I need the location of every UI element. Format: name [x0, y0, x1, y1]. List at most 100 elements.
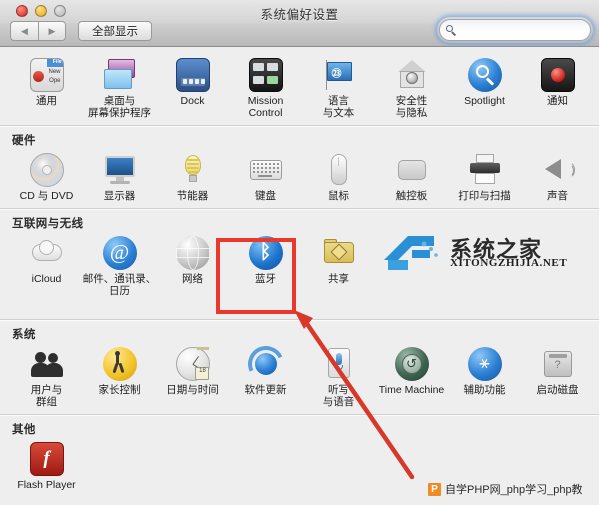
pref-item-label: 打印与扫描 — [458, 190, 511, 202]
chevron-left-icon: ◀ — [21, 25, 28, 36]
pref-item-label: 显示器 — [103, 190, 136, 202]
pref-item-label: 节能器 — [176, 190, 209, 202]
pref-item-cd-dvd[interactable]: CD 与 DVD — [10, 150, 83, 202]
dictation-speech-icon — [322, 347, 356, 381]
pref-item-keyboard[interactable]: 键盘 — [229, 150, 302, 202]
pref-item-label: 家长控制 — [98, 384, 141, 396]
watermark-badge-icon: P — [428, 482, 441, 496]
pref-item-language[interactable]: ㉓ 语言 与文本 — [302, 55, 375, 119]
pref-item-network[interactable]: 网络 — [156, 233, 229, 297]
security-privacy-icon — [395, 58, 429, 92]
pref-item-startup-disk[interactable]: ? 启动磁盘 — [521, 344, 594, 408]
print-scan-icon — [468, 153, 502, 187]
desktop-screensaver-icon — [103, 58, 137, 92]
back-button[interactable]: ◀ — [10, 21, 38, 41]
pref-item-bluetooth[interactable]: ᛒ 蓝牙 — [229, 233, 302, 297]
pref-item-mission-control[interactable]: Mission Control — [229, 55, 302, 119]
pref-item-label: 安全性 与隐私 — [395, 95, 428, 119]
pref-item-dock[interactable]: Dock — [156, 55, 229, 119]
pref-item-print-scan[interactable]: 打印与扫描 — [448, 150, 521, 202]
accessibility-icon: ⚹ — [467, 347, 502, 381]
section-hardware: 硬件 CD 与 DVD 显示器 节能器 键盘 鼠标 触控板 打印与扫描 声音 — [0, 127, 599, 210]
general-icon: File New Ope — [29, 58, 64, 92]
pref-item-label: 软件更新 — [244, 384, 287, 396]
row-internet: iCloud @ 邮件、通讯录、 日历 网络 ᛒ 蓝牙 共享 — [0, 233, 599, 301]
navigation-buttons: ◀ ▶ — [10, 21, 66, 41]
pref-item-label: 语言 与文本 — [322, 95, 355, 119]
language-text-icon: ㉓ — [322, 58, 356, 92]
sharing-icon — [322, 236, 356, 270]
cd-dvd-icon — [29, 153, 64, 187]
mission-control-icon — [248, 58, 283, 92]
pref-item-label: iCloud — [31, 273, 62, 285]
pref-item-label: 启动磁盘 — [536, 384, 579, 396]
pref-item-software-update[interactable]: 软件更新 — [229, 340, 302, 408]
pref-item-sharing[interactable]: 共享 — [302, 233, 375, 297]
displays-icon — [103, 153, 137, 187]
pref-item-general[interactable]: File New Ope 通用 — [10, 55, 83, 119]
pref-item-label: 用户与 群组 — [30, 384, 63, 408]
time-machine-icon: ↺ — [394, 347, 429, 381]
icloud-icon — [30, 236, 64, 270]
users-groups-icon — [30, 347, 64, 381]
pref-item-label: Flash Player — [17, 479, 76, 491]
pref-item-label: 网络 — [182, 273, 203, 285]
pref-item-trackpad[interactable]: 触控板 — [375, 150, 448, 202]
preferences-grid: File New Ope 通用 桌面与 屏幕保护程序 Dock Mission … — [0, 47, 599, 505]
pref-item-flash-player[interactable]: f Flash Player — [10, 439, 83, 491]
flash-player-icon: f — [29, 442, 64, 476]
pref-item-label: Dock — [180, 95, 205, 107]
mouse-icon — [322, 153, 356, 187]
pref-item-label: 蓝牙 — [255, 273, 276, 285]
parental-controls-icon — [102, 347, 137, 381]
pref-item-notifications[interactable]: 通知 — [521, 55, 594, 119]
keyboard-icon — [249, 153, 283, 187]
trackpad-icon — [395, 153, 429, 187]
search-input[interactable] — [451, 24, 599, 36]
pref-item-dictation-speech[interactable]: 听写 与语音 — [302, 344, 375, 408]
window-titlebar: 系统偏好设置 ◀ ▶ 全部显示 — [0, 0, 599, 47]
chevron-right-icon: ▶ — [48, 25, 56, 36]
notifications-icon — [540, 58, 575, 92]
forward-button[interactable]: ▶ — [38, 21, 66, 41]
row-hardware: CD 与 DVD 显示器 节能器 键盘 鼠标 触控板 打印与扫描 声音 — [0, 150, 599, 206]
pref-item-displays[interactable]: 显示器 — [83, 150, 156, 202]
search-field-wrapper — [439, 19, 599, 41]
pref-item-desktop[interactable]: 桌面与 屏幕保护程序 — [83, 55, 156, 119]
row-system: 用户与 群组 家长控制 18 日期与时间 软件更新 听写 与语音 ↺ Time … — [0, 340, 599, 412]
pref-item-icloud[interactable]: iCloud — [10, 233, 83, 297]
pref-item-mouse[interactable]: 鼠标 — [302, 150, 375, 202]
pref-item-users-groups[interactable]: 用户与 群组 — [10, 344, 83, 408]
watermark-bottom-text: 自学PHP网_php学习_php教 — [445, 484, 583, 496]
pref-item-label: 日期与时间 — [166, 384, 219, 396]
pref-item-label: Spotlight — [464, 95, 505, 107]
mail-contacts-calendars-icon: @ — [102, 236, 137, 270]
sound-icon — [541, 153, 575, 187]
pref-item-date-time[interactable]: 18 日期与时间 — [156, 344, 229, 408]
section-header-other: 其他 — [12, 424, 36, 436]
section-header-system: 系统 — [12, 329, 36, 341]
pref-item-label: 鼠标 — [328, 190, 349, 202]
search-field[interactable] — [439, 19, 599, 41]
network-icon — [175, 236, 210, 270]
pref-item-label: 通知 — [547, 95, 568, 107]
pref-item-parental-controls[interactable]: 家长控制 — [83, 344, 156, 408]
pref-item-label: Mission Control — [247, 95, 284, 119]
energy-saver-icon — [176, 153, 210, 187]
watermark-bottom: P 自学PHP网_php学习_php教 — [428, 481, 583, 497]
show-all-button[interactable]: 全部显示 — [78, 21, 152, 41]
pref-item-sound[interactable]: 声音 — [521, 150, 594, 202]
pref-item-label: 通用 — [36, 95, 57, 107]
pref-item-energy-saver[interactable]: 节能器 — [156, 150, 229, 202]
pref-item-accessibility[interactable]: ⚹ 辅助功能 — [448, 344, 521, 408]
section-system: 系统 用户与 群组 家长控制 18 日期与时间 软件更新 听写 与语音 ↺ Ti… — [0, 321, 599, 416]
pref-item-mail-contacts[interactable]: @ 邮件、通讯录、 日历 — [83, 233, 156, 297]
pref-item-label: 键盘 — [255, 190, 276, 202]
section-header-internet: 互联网与无线 — [12, 218, 84, 230]
pref-item-time-machine[interactable]: ↺ Time Machine — [375, 344, 448, 408]
pref-item-label: 桌面与 屏幕保护程序 — [88, 95, 151, 119]
pref-item-spotlight[interactable]: Spotlight — [448, 55, 521, 119]
pref-item-security[interactable]: 安全性 与隐私 — [375, 55, 448, 119]
section-internet: 互联网与无线 iCloud @ 邮件、通讯录、 日历 网络 ᛒ 蓝牙 共享 — [0, 210, 599, 321]
system-preferences-window: 系统偏好设置 ◀ ▶ 全部显示 File New Ope 通用 桌面与 屏幕保护… — [0, 0, 599, 505]
